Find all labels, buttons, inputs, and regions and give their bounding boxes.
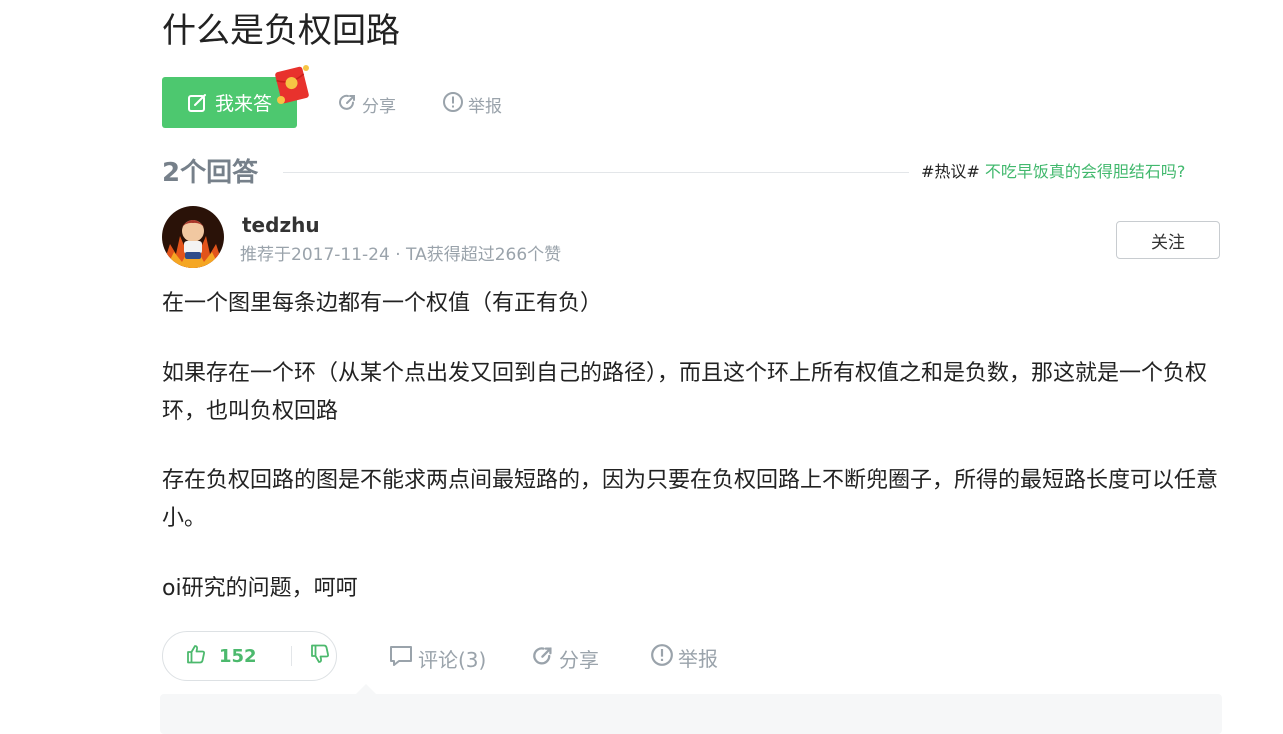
share-answer-button[interactable]: 分享 [532, 644, 599, 672]
dislike-button[interactable] [292, 643, 331, 669]
divider [283, 172, 909, 173]
answer-paragraph: 如果存在一个环（从某个点出发又回到自己的路径），而且这个环上所有权值之和是负数，… [162, 361, 1208, 424]
answer-paragraph: 存在负权回路的图是不能求两点间最短路的，因为只要在负权回路上不断兜圈子，所得的最… [162, 468, 1219, 531]
avatar[interactable] [162, 206, 224, 268]
question-title: 什么是负权回路 [162, 11, 400, 51]
thumbs-down-icon [309, 643, 331, 669]
hot-topic-tag: #热议# [921, 162, 980, 181]
share-label: 分享 [362, 96, 396, 117]
comment-panel [160, 694, 1222, 734]
hot-topic-link[interactable]: 不吃早饭真的会得胆结石吗? [985, 162, 1186, 181]
share-icon [338, 92, 358, 117]
hot-topic[interactable]: #热议# 不吃早饭真的会得胆结石吗? [921, 160, 1185, 184]
red-packet-icon[interactable] [272, 63, 312, 107]
thumbs-up-icon [185, 643, 207, 669]
comment-icon [388, 644, 414, 673]
report-label: 举报 [468, 96, 502, 117]
answer-meta: 推荐于2017-11-24 · TA获得超过266个赞 [240, 245, 562, 265]
answer-paragraph: oi研究的问题，呵呵 [162, 576, 358, 601]
like-button[interactable]: 152 [163, 643, 291, 669]
share-question-button[interactable]: 分享 [338, 92, 396, 117]
comment-button[interactable]: 评论(3) [388, 644, 486, 672]
share-icon [532, 644, 555, 672]
comment-panel-caret [356, 684, 376, 694]
report-icon [650, 643, 674, 672]
share-label: 分享 [559, 647, 599, 672]
like-count: 152 [219, 645, 257, 667]
report-label: 举报 [678, 646, 718, 671]
answer-username[interactable]: tedzhu [242, 211, 320, 239]
vote-widget: 152 [162, 631, 337, 681]
edit-icon [187, 92, 209, 114]
answer-button-label: 我来答 [214, 93, 272, 115]
report-answer-button[interactable]: 举报 [650, 643, 718, 671]
follow-button[interactable]: 关注 [1116, 221, 1220, 259]
comment-label: 评论(3) [418, 647, 487, 672]
report-question-button[interactable]: 举报 [442, 91, 502, 118]
answers-count: 2个回答 [162, 158, 259, 188]
answer-paragraph: 在一个图里每条边都有一个权值（有正有负） [162, 291, 603, 316]
report-icon [442, 91, 464, 118]
